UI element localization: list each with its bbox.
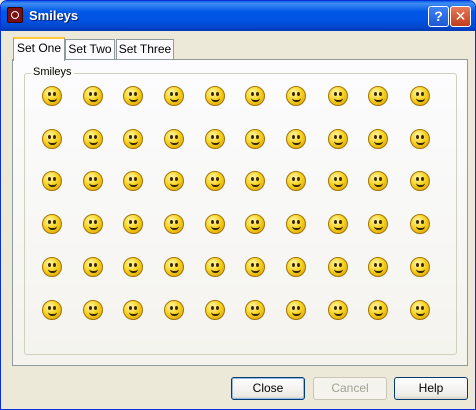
smiley-love-icon[interactable] bbox=[164, 300, 184, 320]
smiley-wink-icon[interactable] bbox=[123, 300, 143, 320]
smiley-scared-icon[interactable] bbox=[245, 171, 265, 191]
smiley-swearing-icon[interactable] bbox=[286, 171, 306, 191]
smiley-question-bubble-icon[interactable] bbox=[83, 214, 103, 234]
smiley-radioactive-icon[interactable] bbox=[328, 300, 348, 320]
smiley-thumbs-down-icon[interactable] bbox=[410, 257, 430, 277]
tab-set-three[interactable]: Set Three bbox=[116, 39, 174, 59]
smiley-censored-icon[interactable] bbox=[328, 86, 348, 106]
tab-set-one[interactable]: Set One bbox=[13, 37, 65, 61]
smiley-biohazard-icon[interactable] bbox=[328, 129, 348, 149]
close-window-button[interactable]: ✕ bbox=[450, 6, 471, 27]
smiley-hmm-icon[interactable] bbox=[83, 300, 103, 320]
smiley-wide-grin-icon[interactable] bbox=[286, 257, 306, 277]
smiley-dizzy-icon[interactable] bbox=[368, 171, 388, 191]
smiley-blush-icon[interactable] bbox=[286, 86, 306, 106]
smiley-devil-icon[interactable] bbox=[328, 171, 348, 191]
smiley-whistle-icon[interactable] bbox=[286, 300, 306, 320]
cancel-button[interactable]: Cancel bbox=[313, 377, 387, 400]
smiley-poop-icon[interactable] bbox=[368, 129, 388, 149]
smiley-green-alien-icon[interactable] bbox=[205, 86, 225, 106]
tab-set-two[interactable]: Set Two bbox=[65, 39, 115, 59]
smiley-frown-icon[interactable] bbox=[286, 214, 306, 234]
smiley-heart-icon[interactable] bbox=[123, 129, 143, 149]
smiley-grimace-icon[interactable] bbox=[410, 129, 430, 149]
smileys-dialog: Smileys ? ✕ Set One Set Two Set Three Sm… bbox=[0, 0, 476, 410]
smiley-smile-icon[interactable] bbox=[164, 214, 184, 234]
smiley-confused-green-icon[interactable] bbox=[205, 171, 225, 191]
tab-panel: Smileys bbox=[12, 59, 468, 366]
smiley-angry-orange-icon[interactable] bbox=[245, 214, 265, 234]
smiley-lightbulb-icon[interactable] bbox=[205, 300, 225, 320]
close-button[interactable]: Close bbox=[231, 377, 305, 400]
app-icon bbox=[7, 7, 23, 23]
help-button[interactable]: Help bbox=[394, 377, 468, 400]
smiley-angry-red-icon[interactable] bbox=[410, 86, 430, 106]
smiley-laughing-icon[interactable] bbox=[42, 171, 62, 191]
smileys-group: Smileys bbox=[24, 66, 457, 355]
smiley-blank-icon[interactable] bbox=[164, 129, 184, 149]
smiley-paper-bag-head-icon[interactable] bbox=[245, 86, 265, 106]
smiley-exclamation-warning-icon[interactable] bbox=[42, 129, 62, 149]
smiley-worried-icon[interactable] bbox=[245, 129, 265, 149]
smiley-graduate-icon[interactable] bbox=[368, 214, 388, 234]
smiley-clover-icon[interactable] bbox=[205, 129, 225, 149]
smiley-sweat-icon[interactable] bbox=[245, 300, 265, 320]
smiley-surprised-icon[interactable] bbox=[42, 257, 62, 277]
smiley-sleeping-icon[interactable] bbox=[410, 171, 430, 191]
smiley-annoyed-icon[interactable] bbox=[83, 171, 103, 191]
smiley-straight-face-icon[interactable] bbox=[123, 171, 143, 191]
window-title: Smileys bbox=[29, 8, 79, 23]
smiley-bee-icon[interactable] bbox=[368, 86, 388, 106]
smiley-shades-icon[interactable] bbox=[286, 129, 306, 149]
smiley-green-bug-icon[interactable] bbox=[83, 129, 103, 149]
smiley-grin-icon[interactable] bbox=[42, 86, 62, 106]
smiley-neutral-icon[interactable] bbox=[123, 257, 143, 277]
smiley-cap-icon[interactable] bbox=[328, 257, 348, 277]
group-label: Smileys bbox=[31, 66, 74, 78]
smiley-smug-icon[interactable] bbox=[164, 86, 184, 106]
smiley-big-eyes-icon[interactable] bbox=[205, 214, 225, 234]
smiley-squint-icon[interactable] bbox=[83, 257, 103, 277]
smiley-nerd-icon[interactable] bbox=[164, 171, 184, 191]
smiley-oh-icon[interactable] bbox=[42, 300, 62, 320]
smiley-angel-icon[interactable] bbox=[205, 257, 225, 277]
smiley-sunglasses-eyes-icon[interactable] bbox=[83, 86, 103, 106]
smiley-cool-icon[interactable] bbox=[123, 86, 143, 106]
title-bar[interactable]: Smileys ? ✕ bbox=[1, 1, 475, 31]
smiley-teeth-icon[interactable] bbox=[245, 257, 265, 277]
smiley-arrow-right-icon[interactable] bbox=[123, 214, 143, 234]
smiley-tongue-icon[interactable] bbox=[164, 257, 184, 277]
smiley-flower-icon[interactable] bbox=[328, 214, 348, 234]
smiley-thumbs-up-icon[interactable] bbox=[368, 300, 388, 320]
smiley-hat-sunglasses-icon[interactable] bbox=[410, 300, 430, 320]
smiley-flag-icon[interactable] bbox=[368, 257, 388, 277]
smiley-thinking-icon[interactable] bbox=[410, 214, 430, 234]
smiley-shocked-icon[interactable] bbox=[42, 214, 62, 234]
help-title-button[interactable]: ? bbox=[428, 6, 449, 27]
